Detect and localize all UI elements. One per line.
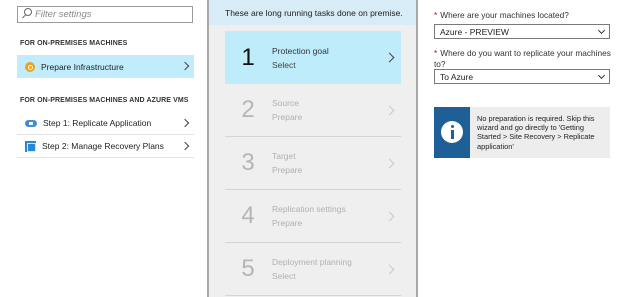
step-status: Select [272, 59, 296, 70]
chevron-down-icon [597, 71, 606, 80]
info-message: No preparation is required. Skip this wi… [477, 114, 595, 151]
chevron-right-icon [384, 105, 395, 116]
nav-item-prepare-infrastructure[interactable]: Prepare Infrastructure [17, 55, 194, 78]
chevron-right-icon [180, 141, 190, 151]
recovery-plan-icon [25, 140, 36, 152]
nav-item-label: Prepare Infrastructure [41, 61, 124, 72]
section-title-on-premises-and-azure: FOR ON-PREMISES MACHINES AND AZURE VMS [20, 97, 189, 104]
step-status: Prepare [272, 218, 303, 228]
required-marker: * [434, 10, 438, 20]
step-number: 2 [241, 96, 255, 123]
machines-location-select[interactable]: Azure - PREVIEW [434, 24, 610, 39]
chevron-down-icon [597, 26, 606, 35]
nav-item-replicate-application[interactable]: Step 1: Replicate Application [17, 112, 194, 135]
question-text: Where are your machines located? [440, 10, 569, 20]
step-number: 3 [241, 149, 255, 176]
step-title: Source [272, 98, 299, 108]
prepare-infrastructure-icon [25, 61, 35, 72]
info-icon-box [434, 107, 470, 158]
question-text: Where do you want to replicate your mach… [434, 48, 611, 69]
filter-settings-box[interactable] [17, 6, 193, 23]
search-icon [21, 7, 35, 22]
step-status: Select [272, 271, 296, 281]
chevron-right-icon [384, 52, 395, 63]
step-title: Target [272, 151, 296, 161]
settings-panel: FOR ON-PREMISES MACHINES Prepare Infrast… [0, 0, 203, 297]
cloud-replicate-icon [25, 119, 37, 128]
step-target[interactable]: 3 Target Prepare [225, 137, 401, 190]
step-number: 1 [241, 43, 255, 71]
info-banner: No preparation is required. Skip this wi… [434, 107, 610, 158]
step-protection-goal[interactable]: 1 Protection goal Select [225, 31, 401, 84]
step-title: Protection goal [272, 45, 329, 56]
step-replication-settings[interactable]: 4 Replication settings Prepare [225, 190, 401, 243]
step-status: Prepare [272, 112, 303, 122]
section-title-on-premises: FOR ON-PREMISES MACHINES [20, 40, 128, 47]
replicate-to-label: * Where do you want to replicate your mac… [434, 48, 616, 70]
nav-item-label: Step 2: Manage Recovery Plans [42, 141, 164, 151]
chevron-right-icon [384, 211, 395, 222]
step-status: Prepare [272, 165, 303, 175]
protection-goal-panel: * Where are your machines located? Azure … [418, 0, 624, 297]
step-deployment-planning[interactable]: 5 Deployment planning Select [225, 243, 401, 296]
filter-settings-input[interactable] [35, 9, 185, 20]
step-title: Deployment planning [272, 257, 352, 267]
step-source[interactable]: 2 Source Prepare [225, 84, 401, 137]
wizard-steps-panel: These are long running tasks done on pre… [209, 0, 416, 297]
machines-location-label: * Where are your machines located? [434, 10, 569, 21]
select-value: To Azure [440, 71, 474, 82]
select-value: Azure - PREVIEW [440, 26, 509, 37]
info-icon [441, 121, 463, 143]
replicate-to-select[interactable]: To Azure [434, 69, 610, 84]
nav-item-manage-recovery-plans[interactable]: Step 2: Manage Recovery Plans [17, 135, 194, 158]
required-marker: * [434, 48, 438, 58]
chevron-right-icon [384, 158, 395, 169]
step-number: 5 [241, 255, 255, 282]
nav-item-label: Step 1: Replicate Application [43, 118, 152, 128]
chevron-right-icon [180, 61, 190, 71]
chevron-right-icon [384, 264, 395, 275]
wizard-header: These are long running tasks done on pre… [209, 0, 416, 25]
chevron-right-icon [180, 118, 190, 128]
step-number: 4 [241, 202, 255, 229]
step-title: Replication settings [272, 204, 346, 214]
